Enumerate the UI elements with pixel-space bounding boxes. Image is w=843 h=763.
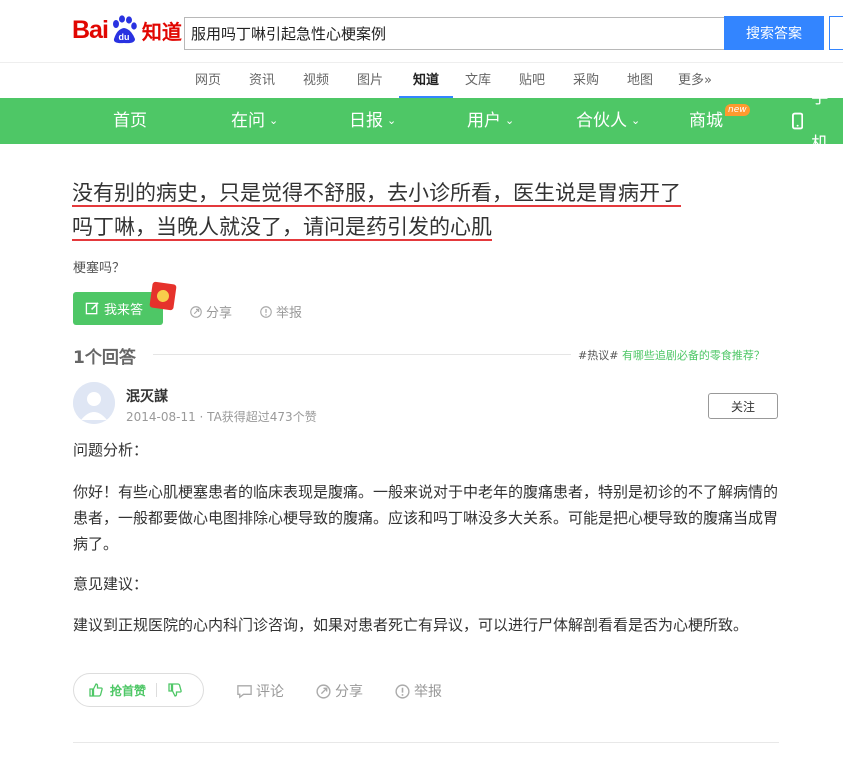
- default-avatar-icon: [73, 382, 115, 424]
- logo-zhidao-text: 知道: [141, 19, 182, 44]
- answer-report-label: 举报: [414, 684, 442, 700]
- answer-button-label: 我来答: [104, 303, 144, 318]
- question-report[interactable]: 举报: [259, 302, 302, 321]
- bottom-divider: [73, 742, 779, 743]
- vote-box: 抢首赞: [73, 673, 204, 707]
- avatar[interactable]: [73, 382, 115, 424]
- product-subnav: 网页 资讯 视频 图片 知道 文库 贴吧 采购 地图 更多»: [0, 62, 843, 98]
- phone-icon: [792, 112, 804, 130]
- nav-daily-label: 日报: [349, 111, 383, 131]
- chevron-down-icon: ⌄: [387, 114, 397, 127]
- answer-paragraph: 你好！有些心肌梗塞患者的临床表现是腹痛。一般来说对于中老年的腹痛患者，特别是初诊…: [73, 483, 779, 553]
- chevron-down-icon: ⌄: [631, 114, 641, 127]
- ask-question-button-edge[interactable]: [829, 16, 843, 50]
- share-icon: [316, 683, 331, 699]
- comment-icon: [237, 684, 252, 698]
- logo-bai-text: Bai: [72, 15, 109, 44]
- nav-users[interactable]: 用户 ⌄: [467, 98, 514, 144]
- share-icon: [190, 305, 202, 318]
- question-share[interactable]: 分享: [189, 302, 232, 321]
- divider: [153, 354, 571, 355]
- thumbs-up-icon: [89, 683, 103, 697]
- logo-paw-icon: du: [109, 15, 139, 45]
- nav-users-label: 用户: [467, 111, 501, 131]
- main-nav-bar: 首页 在问 ⌄ 日报 ⌄ 用户 ⌄ 合伙人 ⌄ 商城 手机: [0, 88, 843, 154]
- subnav-video[interactable]: 视频: [303, 63, 329, 99]
- nav-mobile[interactable]: 手机: [792, 88, 843, 154]
- answer-report-button[interactable]: 举报: [394, 681, 442, 701]
- svg-text:du: du: [118, 32, 129, 42]
- question-title-line2: 吗丁啉，当晚人就没了，请问是药引发的心肌: [72, 215, 492, 241]
- upvote-label: 抢首赞: [110, 683, 147, 698]
- question-title-line1: 没有别的病史，只是觉得不舒服，去小诊所看，医生说是胃病开了: [72, 181, 681, 207]
- question-title: 没有别的病史，只是觉得不舒服，去小诊所看，医生说是胃病开了 吗丁啉，当晚人就没了…: [72, 176, 782, 244]
- downvote-button[interactable]: [167, 682, 183, 698]
- question-report-label: 举报: [276, 306, 303, 321]
- question-description: 梗塞吗？: [73, 261, 126, 276]
- upvote-button[interactable]: 抢首赞: [74, 682, 146, 699]
- chevron-down-icon: ⌄: [505, 114, 515, 127]
- follow-button[interactable]: 关注: [708, 393, 778, 419]
- nav-mall-label: 商城: [689, 111, 723, 131]
- answer-meta: 2014-08-11 · TA获得超过473个赞: [126, 410, 317, 424]
- hot-topic-link[interactable]: 有哪些追剧必备的零食推荐？: [622, 349, 765, 362]
- search-answers-button[interactable]: 搜索答案: [724, 16, 824, 50]
- subnav-more[interactable]: 更多»: [678, 63, 712, 99]
- subnav-images[interactable]: 图片: [357, 63, 383, 99]
- thumbs-down-icon: [168, 683, 182, 697]
- subnav-tieba[interactable]: 贴吧: [519, 63, 545, 99]
- subnav-web[interactable]: 网页: [195, 63, 221, 99]
- subnav-purchase[interactable]: 采购: [573, 63, 599, 99]
- comment-label: 评论: [256, 684, 284, 700]
- question-share-label: 分享: [206, 306, 233, 321]
- report-icon: [260, 305, 272, 318]
- report-icon: [395, 683, 410, 699]
- nav-home-label: 首页: [113, 111, 147, 131]
- edit-icon: [85, 302, 99, 315]
- nav-partners-label: 合伙人: [576, 111, 627, 131]
- hot-topic-prefix: #热议#: [578, 349, 619, 362]
- subnav-zhidao[interactable]: 知道: [399, 63, 453, 98]
- search-box[interactable]: [184, 17, 725, 50]
- new-badge: new: [725, 104, 750, 116]
- vote-separator: [156, 683, 158, 697]
- nav-mobile-label: 手机: [811, 88, 829, 154]
- comment-button[interactable]: 评论: [236, 681, 284, 701]
- nav-asking[interactable]: 在问 ⌄: [231, 98, 278, 144]
- hot-topic: #热议# 有哪些追剧必备的零食推荐？: [578, 347, 765, 363]
- search-input[interactable]: [185, 18, 725, 49]
- subnav-wenku[interactable]: 文库: [465, 63, 491, 99]
- answer-share-label: 分享: [335, 684, 363, 700]
- chevron-down-icon: ⌄: [269, 114, 279, 127]
- answer-username[interactable]: 泯灭謀: [126, 386, 168, 406]
- subnav-map[interactable]: 地图: [627, 63, 653, 99]
- answers-count: 1个回答: [73, 348, 136, 368]
- subnav-news[interactable]: 资讯: [249, 63, 275, 99]
- answer-button[interactable]: 我来答: [73, 292, 163, 325]
- nav-partners[interactable]: 合伙人 ⌄: [576, 98, 640, 144]
- answer-share-button[interactable]: 分享: [315, 681, 363, 701]
- answer-paragraph: 问题分析：: [73, 441, 149, 459]
- red-packet-icon: [149, 281, 177, 311]
- nav-home[interactable]: 首页: [113, 98, 147, 144]
- baidu-zhidao-logo[interactable]: Bai du 知道: [72, 12, 182, 48]
- nav-asking-label: 在问: [231, 111, 265, 131]
- nav-mall[interactable]: 商城: [689, 98, 723, 144]
- answer-paragraph: 建议到正规医院的心内科门诊咨询，如果对患者死亡有异议，可以进行尸体解剖看看是否为…: [73, 616, 749, 634]
- answer-paragraph: 意见建议：: [73, 575, 149, 593]
- top-header: Bai du 知道 搜索答案: [0, 0, 843, 62]
- nav-daily[interactable]: 日报 ⌄: [349, 98, 396, 144]
